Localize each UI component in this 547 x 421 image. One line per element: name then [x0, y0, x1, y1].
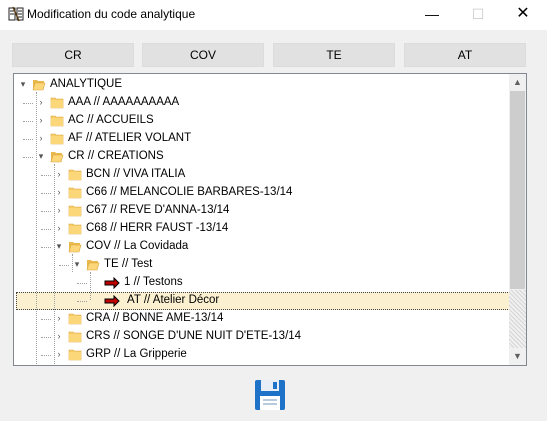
red-arrow-icon — [104, 295, 120, 307]
tree-node-label: C67 // REVE D'ANNA-13/14 — [86, 204, 230, 216]
tree-node-label: COV // La Covidada — [86, 240, 189, 252]
tree-line — [23, 121, 33, 122]
expand-chevron-icon[interactable]: › — [54, 313, 64, 323]
tab-cov-button[interactable]: COV — [142, 43, 264, 67]
tree-node-label: TE // Test — [104, 258, 153, 270]
tree-node-label: ANALYTIQUE — [50, 78, 122, 90]
vertical-scrollbar[interactable]: ▲ ▼ — [509, 74, 526, 365]
tree-node-label: C66 // MELANCOLIE BARBARES-13/14 — [86, 186, 293, 198]
tree-node[interactable]: ▾ TE // Test — [14, 256, 511, 274]
expand-chevron-icon[interactable]: › — [36, 97, 46, 107]
tab-at-button[interactable]: AT — [404, 43, 526, 67]
folder-open-icon — [68, 242, 82, 253]
tree-node[interactable]: › AC // ACCUEILS — [14, 112, 511, 130]
tree-line — [77, 301, 87, 302]
tree-line — [23, 103, 33, 104]
tree-line — [41, 247, 51, 248]
folder-icon — [68, 205, 82, 217]
title-bar: Modification du code analytique — ☐ ✕ — [0, 0, 547, 30]
tree-node-label: GRP // La Gripperie — [86, 348, 187, 360]
app-icon — [8, 6, 24, 22]
tree-node[interactable]: 1 // Testons — [14, 274, 511, 292]
folder-icon — [68, 349, 82, 361]
expand-chevron-icon[interactable]: › — [54, 223, 64, 233]
tree-line — [77, 283, 87, 284]
tree-node[interactable]: › C68 // HERR FAUST -13/14 — [14, 220, 511, 238]
expand-chevron-icon[interactable]: › — [36, 133, 46, 143]
tree-node[interactable]: › CRS // SONGE D'UNE NUIT D'ETE-13/14 — [14, 328, 511, 346]
expand-chevron-icon[interactable]: › — [54, 169, 64, 179]
analytic-tree-view[interactable]: ▾ ANALYTIQUE › AAA // AAAAAAAAAA › AC // ACCU… — [13, 73, 527, 366]
scroll-up-arrow-icon[interactable]: ▲ — [509, 74, 526, 91]
tree-node-label: AAA // AAAAAAAAAA — [68, 96, 180, 108]
tree-node[interactable]: ▾ CR // CREATIONS — [14, 148, 511, 166]
expand-chevron-icon[interactable]: › — [54, 349, 64, 359]
tree-node[interactable]: › CRA // BONNE AME-13/14 — [14, 310, 511, 328]
tree-node[interactable]: › BCN // VIVA ITALIA — [14, 166, 511, 184]
scrollbar-track[interactable] — [509, 290, 526, 348]
collapse-chevron-icon[interactable]: ▾ — [18, 79, 28, 89]
tree-node-label: CRA // BONNE AME-13/14 — [86, 312, 224, 324]
save-button[interactable] — [254, 379, 286, 411]
folder-icon — [68, 187, 82, 199]
tree-line — [41, 319, 51, 320]
tree-line — [23, 139, 33, 140]
tab-cr-button[interactable]: CR — [12, 43, 134, 67]
tree-line — [41, 355, 51, 356]
tree-node[interactable]: › GRP // La Gripperie — [14, 346, 511, 364]
folder-icon — [68, 313, 82, 325]
folder-icon — [68, 331, 82, 343]
window-title: Modification du code analytique — [27, 7, 196, 21]
expand-chevron-icon[interactable]: › — [54, 205, 64, 215]
tree-node[interactable]: AT // Atelier Décor — [14, 292, 511, 310]
tree-line — [41, 211, 51, 212]
tree-node-label: CRS // SONGE D'UNE NUIT D'ETE-13/14 — [86, 330, 302, 342]
scrollbar-thumb[interactable] — [510, 91, 525, 289]
folder-icon — [50, 97, 64, 109]
scroll-down-arrow-icon[interactable]: ▼ — [509, 348, 526, 365]
tree-node[interactable]: › C66 // MELANCOLIE BARBARES-13/14 — [14, 184, 511, 202]
tree-node-label: BCN // VIVA ITALIA — [86, 168, 186, 180]
tree-node-label: 1 // Testons — [124, 276, 183, 288]
folder-open-icon — [50, 152, 64, 163]
expand-chevron-icon[interactable]: › — [36, 115, 46, 125]
close-button[interactable]: ✕ — [500, 0, 546, 30]
tree-node[interactable]: › C67 // REVE D'ANNA-13/14 — [14, 202, 511, 220]
red-arrow-icon — [104, 277, 120, 289]
folder-icon — [50, 133, 64, 145]
dialog-window: Modification du code analytique — ☐ ✕ CR… — [0, 0, 547, 421]
tree-line — [41, 193, 51, 194]
tree-node-label: C68 // HERR FAUST -13/14 — [86, 222, 229, 234]
minimize-button[interactable]: — — [409, 0, 455, 30]
folder-open-icon — [86, 260, 100, 271]
folder-icon — [68, 223, 82, 235]
tree-node-label: AF // ATELIER VOLANT — [68, 132, 192, 144]
tree-node-label: CR // CREATIONS — [68, 150, 164, 162]
collapse-chevron-icon[interactable]: ▾ — [36, 151, 46, 161]
tree-line — [23, 157, 33, 158]
tree-node-label: AT // Atelier Décor — [127, 294, 220, 306]
tree-node[interactable]: ▾ COV // La Covidada — [14, 238, 511, 256]
tree-node-label: AC // ACCUEILS — [68, 114, 154, 126]
tab-te-button[interactable]: TE — [273, 43, 395, 67]
expand-chevron-icon[interactable]: › — [54, 187, 64, 197]
expand-chevron-icon[interactable]: › — [54, 331, 64, 341]
tree-line — [59, 265, 69, 266]
collapse-chevron-icon[interactable]: ▾ — [54, 241, 64, 251]
folder-icon — [68, 169, 82, 181]
tree-root-node[interactable]: ▾ ANALYTIQUE — [14, 76, 511, 94]
folder-open-icon — [32, 80, 46, 91]
tree-node[interactable]: › AF // ATELIER VOLANT — [14, 130, 511, 148]
collapse-chevron-icon[interactable]: ▾ — [72, 259, 82, 269]
folder-icon — [50, 115, 64, 127]
tree-line — [41, 229, 51, 230]
tree-line — [41, 337, 51, 338]
tree-line — [41, 175, 51, 176]
tree-node[interactable]: › AAA // AAAAAAAAAA — [14, 94, 511, 112]
maximize-button[interactable]: ☐ — [455, 0, 501, 30]
